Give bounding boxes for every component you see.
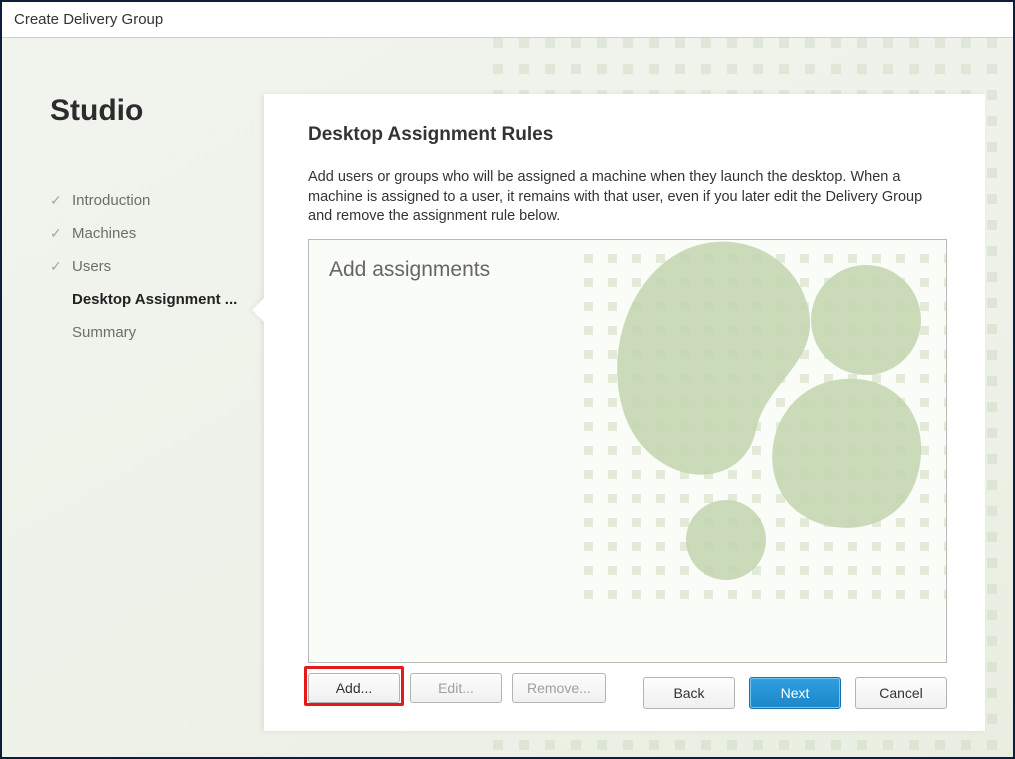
wizard-body: Studio ✓ Introduction ✓ Machines ✓ Users… bbox=[2, 38, 1013, 757]
check-icon: ✓ bbox=[50, 192, 64, 209]
add-button[interactable]: Add... bbox=[308, 673, 400, 703]
edit-button[interactable]: Edit... bbox=[410, 673, 502, 703]
page-title: Desktop Assignment Rules bbox=[308, 124, 947, 146]
wizard-window: Create Delivery Group Studio ✓ Introduct… bbox=[0, 0, 1015, 759]
check-icon: ✓ bbox=[50, 225, 64, 242]
brand-title: Studio bbox=[50, 94, 264, 128]
wizard-nav-buttons: Back Next Cancel bbox=[643, 677, 947, 709]
step-desktop-assignment[interactable]: ✓ Desktop Assignment ... bbox=[50, 283, 264, 316]
listbox-placeholder: Add assignments bbox=[309, 240, 946, 300]
step-label: Users bbox=[72, 258, 111, 275]
wizard-sidebar: Studio ✓ Introduction ✓ Machines ✓ Users… bbox=[2, 38, 264, 757]
step-label: Summary bbox=[72, 324, 136, 341]
step-label: Desktop Assignment ... bbox=[72, 291, 237, 308]
step-label: Machines bbox=[72, 225, 136, 242]
window-title: Create Delivery Group bbox=[14, 11, 163, 28]
next-button[interactable]: Next bbox=[749, 677, 841, 709]
assignments-listbox[interactable]: Add assignments bbox=[308, 239, 947, 663]
step-summary[interactable]: ✓ Summary bbox=[50, 316, 264, 349]
step-introduction[interactable]: ✓ Introduction bbox=[50, 184, 264, 217]
wizard-panel: Desktop Assignment Rules Add users or gr… bbox=[264, 94, 985, 731]
back-button[interactable]: Back bbox=[643, 677, 735, 709]
step-pointer-notch bbox=[252, 296, 266, 324]
remove-button[interactable]: Remove... bbox=[512, 673, 606, 703]
step-label: Introduction bbox=[72, 192, 150, 209]
cancel-button[interactable]: Cancel bbox=[855, 677, 947, 709]
check-icon: ✓ bbox=[50, 258, 64, 275]
step-machines[interactable]: ✓ Machines bbox=[50, 217, 264, 250]
titlebar: Create Delivery Group bbox=[2, 2, 1013, 38]
step-users[interactable]: ✓ Users bbox=[50, 250, 264, 283]
wizard-steps: ✓ Introduction ✓ Machines ✓ Users ✓ Desk… bbox=[50, 184, 264, 349]
page-description: Add users or groups who will be assigned… bbox=[308, 168, 947, 227]
